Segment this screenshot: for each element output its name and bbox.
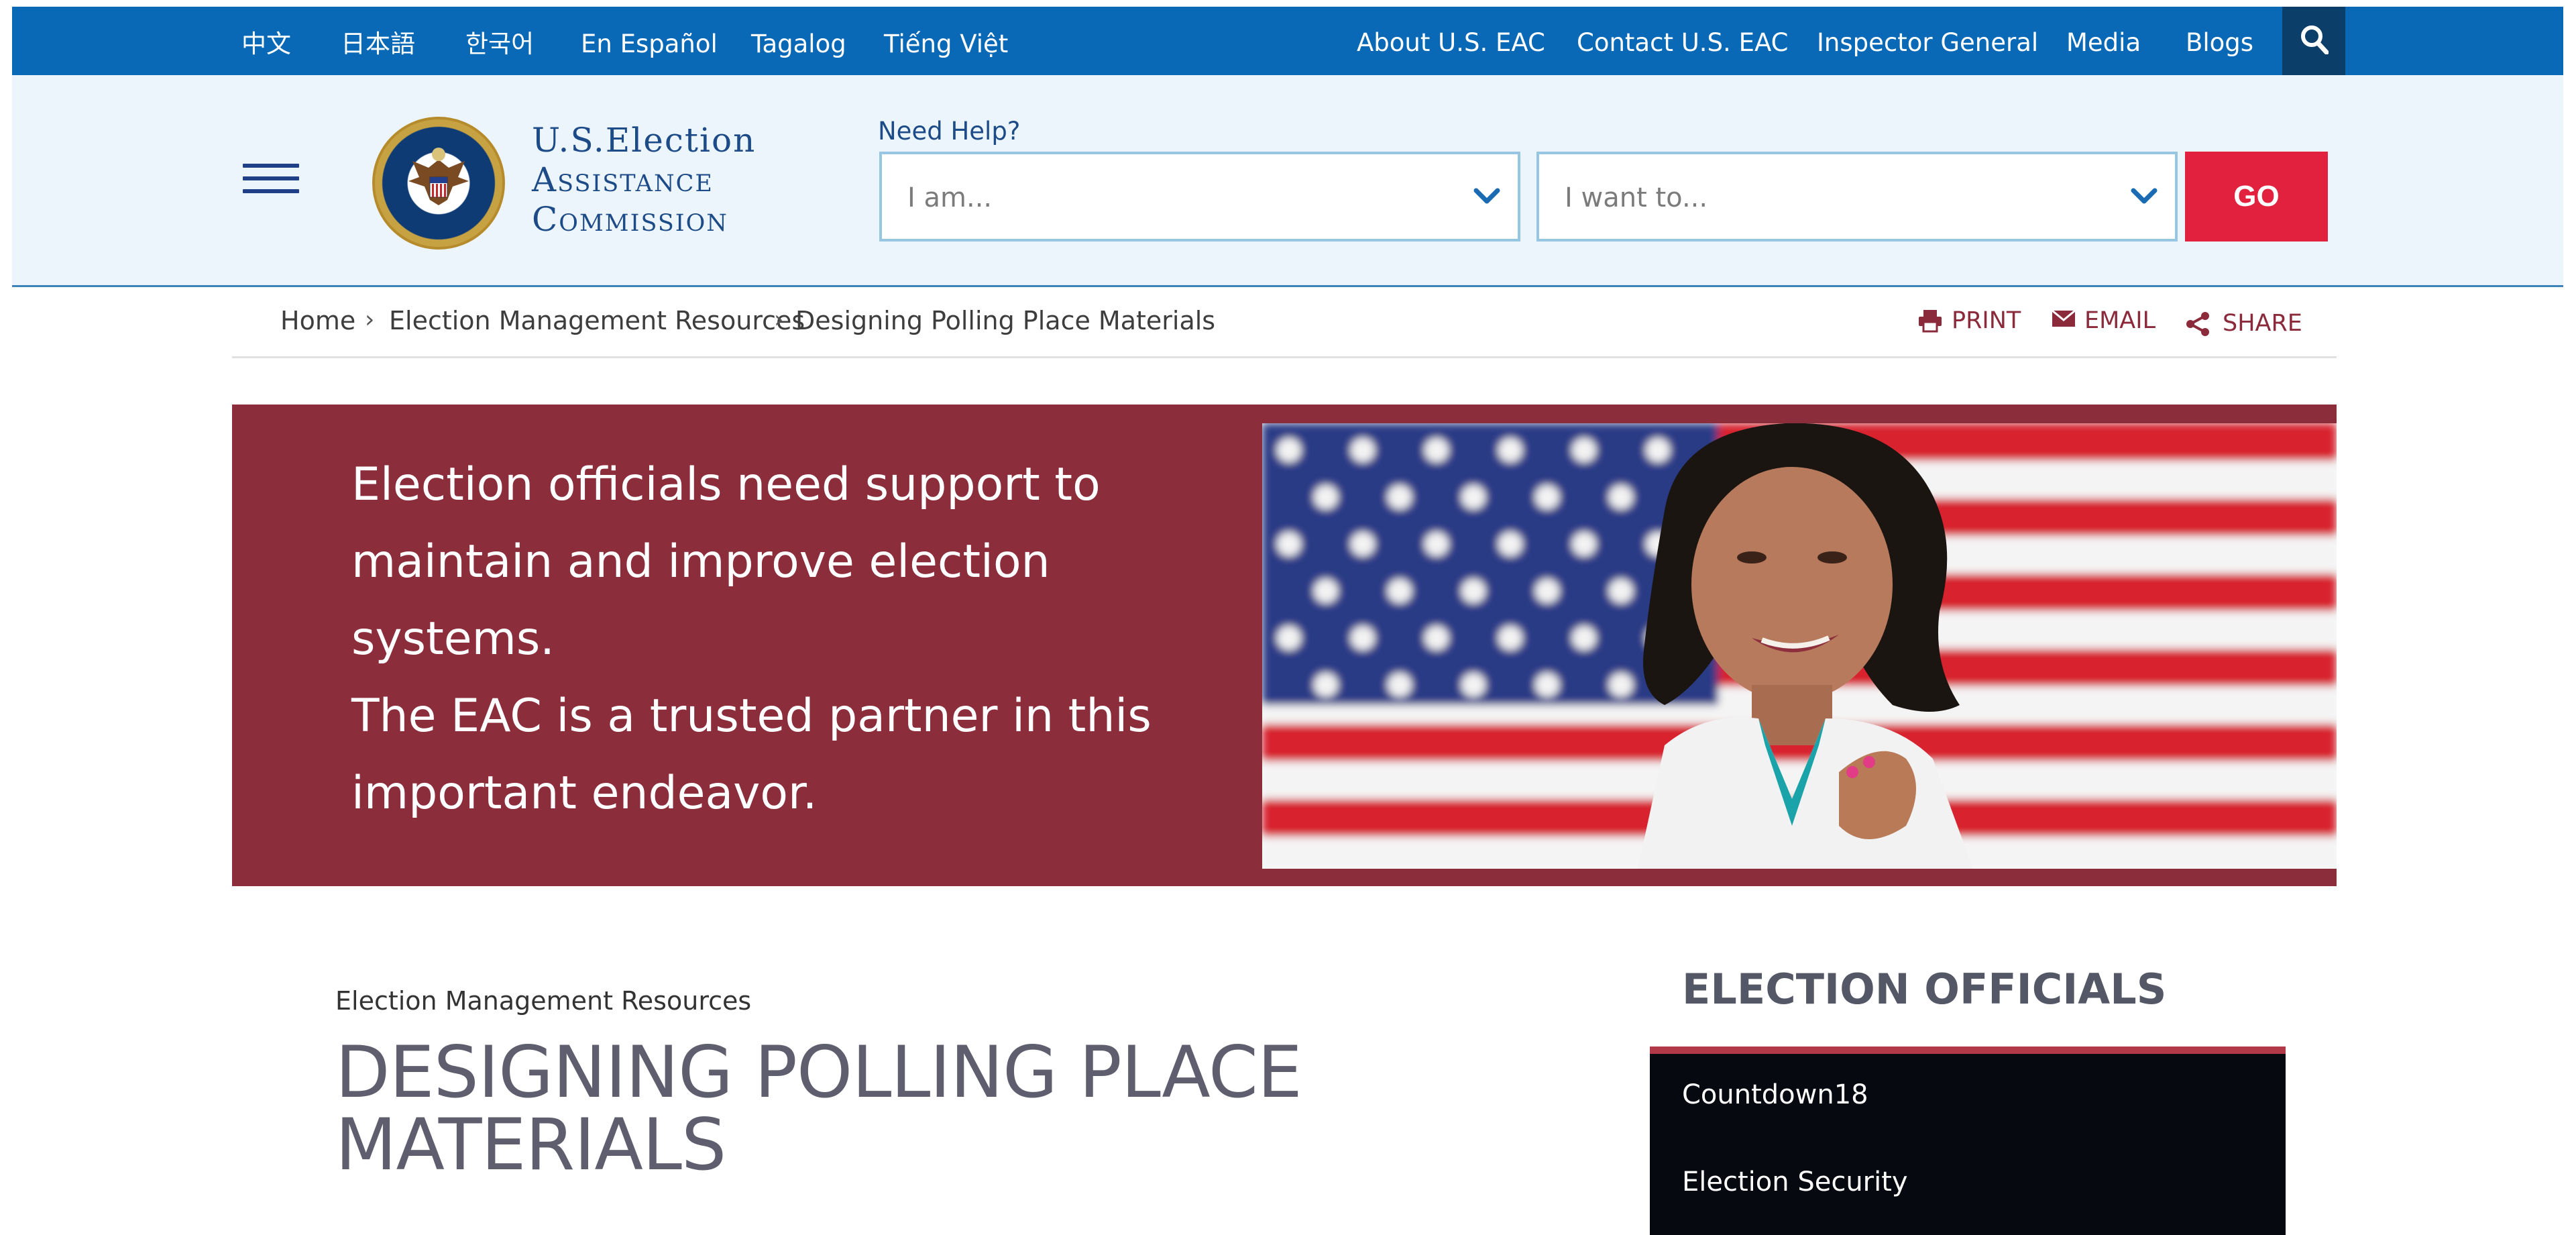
breadcrumb-election-management[interactable]: Election Management Resources [389, 306, 805, 335]
breadcrumb: Home › Election Management Resources › D… [232, 291, 2337, 358]
sidebar-nav: Countdown18 Election Security [1650, 1046, 2286, 1235]
lang-link-spanish[interactable]: En Español [581, 30, 718, 59]
sidebar-heading: ELECTION OFFICIALS [1682, 965, 2167, 1014]
search-icon [2301, 25, 2329, 54]
hero-photo-woman-with-flag [1262, 423, 2337, 869]
logo-line-3: Commission [532, 200, 728, 239]
nav-media[interactable]: Media [2066, 28, 2141, 58]
site-header: U.S.Election Assistance Commission Need … [12, 75, 2563, 287]
logo-line-2: Assistance [532, 160, 714, 199]
i-am-placeholder: I am... [907, 182, 993, 213]
i-want-dropdown[interactable]: I want to... [1536, 152, 2178, 241]
chevron-down-icon [1473, 188, 1500, 204]
i-am-dropdown[interactable]: I am... [879, 152, 1520, 241]
logo-line-1: U.S.Election [532, 121, 757, 160]
nav-about[interactable]: About U.S. EAC [1357, 28, 1545, 58]
hero-line: important endeavor. [351, 767, 818, 820]
hero-line: Election officials need support to [351, 458, 1101, 511]
hero-line: The EAC is a trusted partner in this [351, 690, 1152, 743]
nav-inspector-general[interactable]: Inspector General [1817, 28, 2038, 58]
breadcrumb-current: Designing Polling Place Materials [795, 306, 1216, 335]
email-link[interactable]: EMAIL [2084, 307, 2155, 334]
breadcrumb-separator: › [365, 306, 375, 333]
share-link[interactable]: SHARE [2223, 310, 2302, 337]
share-icon [2186, 312, 2209, 336]
sidebar-item-countdown18[interactable]: Countdown18 [1682, 1079, 1868, 1110]
page-title: DESIGNING POLLING PLACE MATERIALS [335, 1036, 1610, 1181]
nav-contact[interactable]: Contact U.S. EAC [1577, 28, 1788, 58]
print-link[interactable]: PRINT [1952, 307, 2021, 334]
breadcrumb-separator: › [774, 306, 784, 333]
sidebar-item-election-security[interactable]: Election Security [1682, 1167, 1908, 1197]
lang-link-tagalog[interactable]: Tagalog [751, 30, 846, 59]
lang-link-japanese[interactable]: 日本語 [341, 30, 415, 59]
lang-link-vietnamese[interactable]: Tiếng Việt [884, 30, 1008, 59]
need-help-label: Need Help? [878, 117, 1021, 146]
page-title-line: MATERIALS [335, 1104, 726, 1186]
page-title-line: DESIGNING POLLING PLACE [335, 1031, 1302, 1114]
chevron-down-icon [2131, 188, 2158, 204]
menu-icon[interactable] [243, 164, 299, 193]
eac-seal-logo[interactable] [372, 117, 505, 250]
hero-message: Election officials need support to maint… [351, 446, 1223, 832]
lang-link-korean[interactable]: 한국어 [465, 30, 534, 59]
breadcrumb-home[interactable]: Home [280, 306, 355, 335]
eac-wordmark[interactable]: U.S.Election Assistance Commission [532, 121, 756, 239]
hero-banner: Election officials need support to maint… [232, 405, 2337, 886]
search-button[interactable] [2282, 7, 2345, 75]
print-icon [1919, 310, 1942, 333]
go-button[interactable]: GO [2185, 152, 2328, 241]
lang-link-chinese[interactable]: 中文 [241, 30, 291, 59]
i-want-placeholder: I want to... [1565, 182, 1708, 213]
nav-blogs[interactable]: Blogs [2186, 28, 2253, 58]
hero-line: maintain and improve election systems. [351, 535, 1050, 665]
email-icon [2052, 309, 2076, 327]
section-kicker[interactable]: Election Management Resources [335, 986, 751, 1016]
top-utility-bar: 中文 日本語 한국어 En Español Tagalog Tiếng Việt… [12, 7, 2563, 75]
